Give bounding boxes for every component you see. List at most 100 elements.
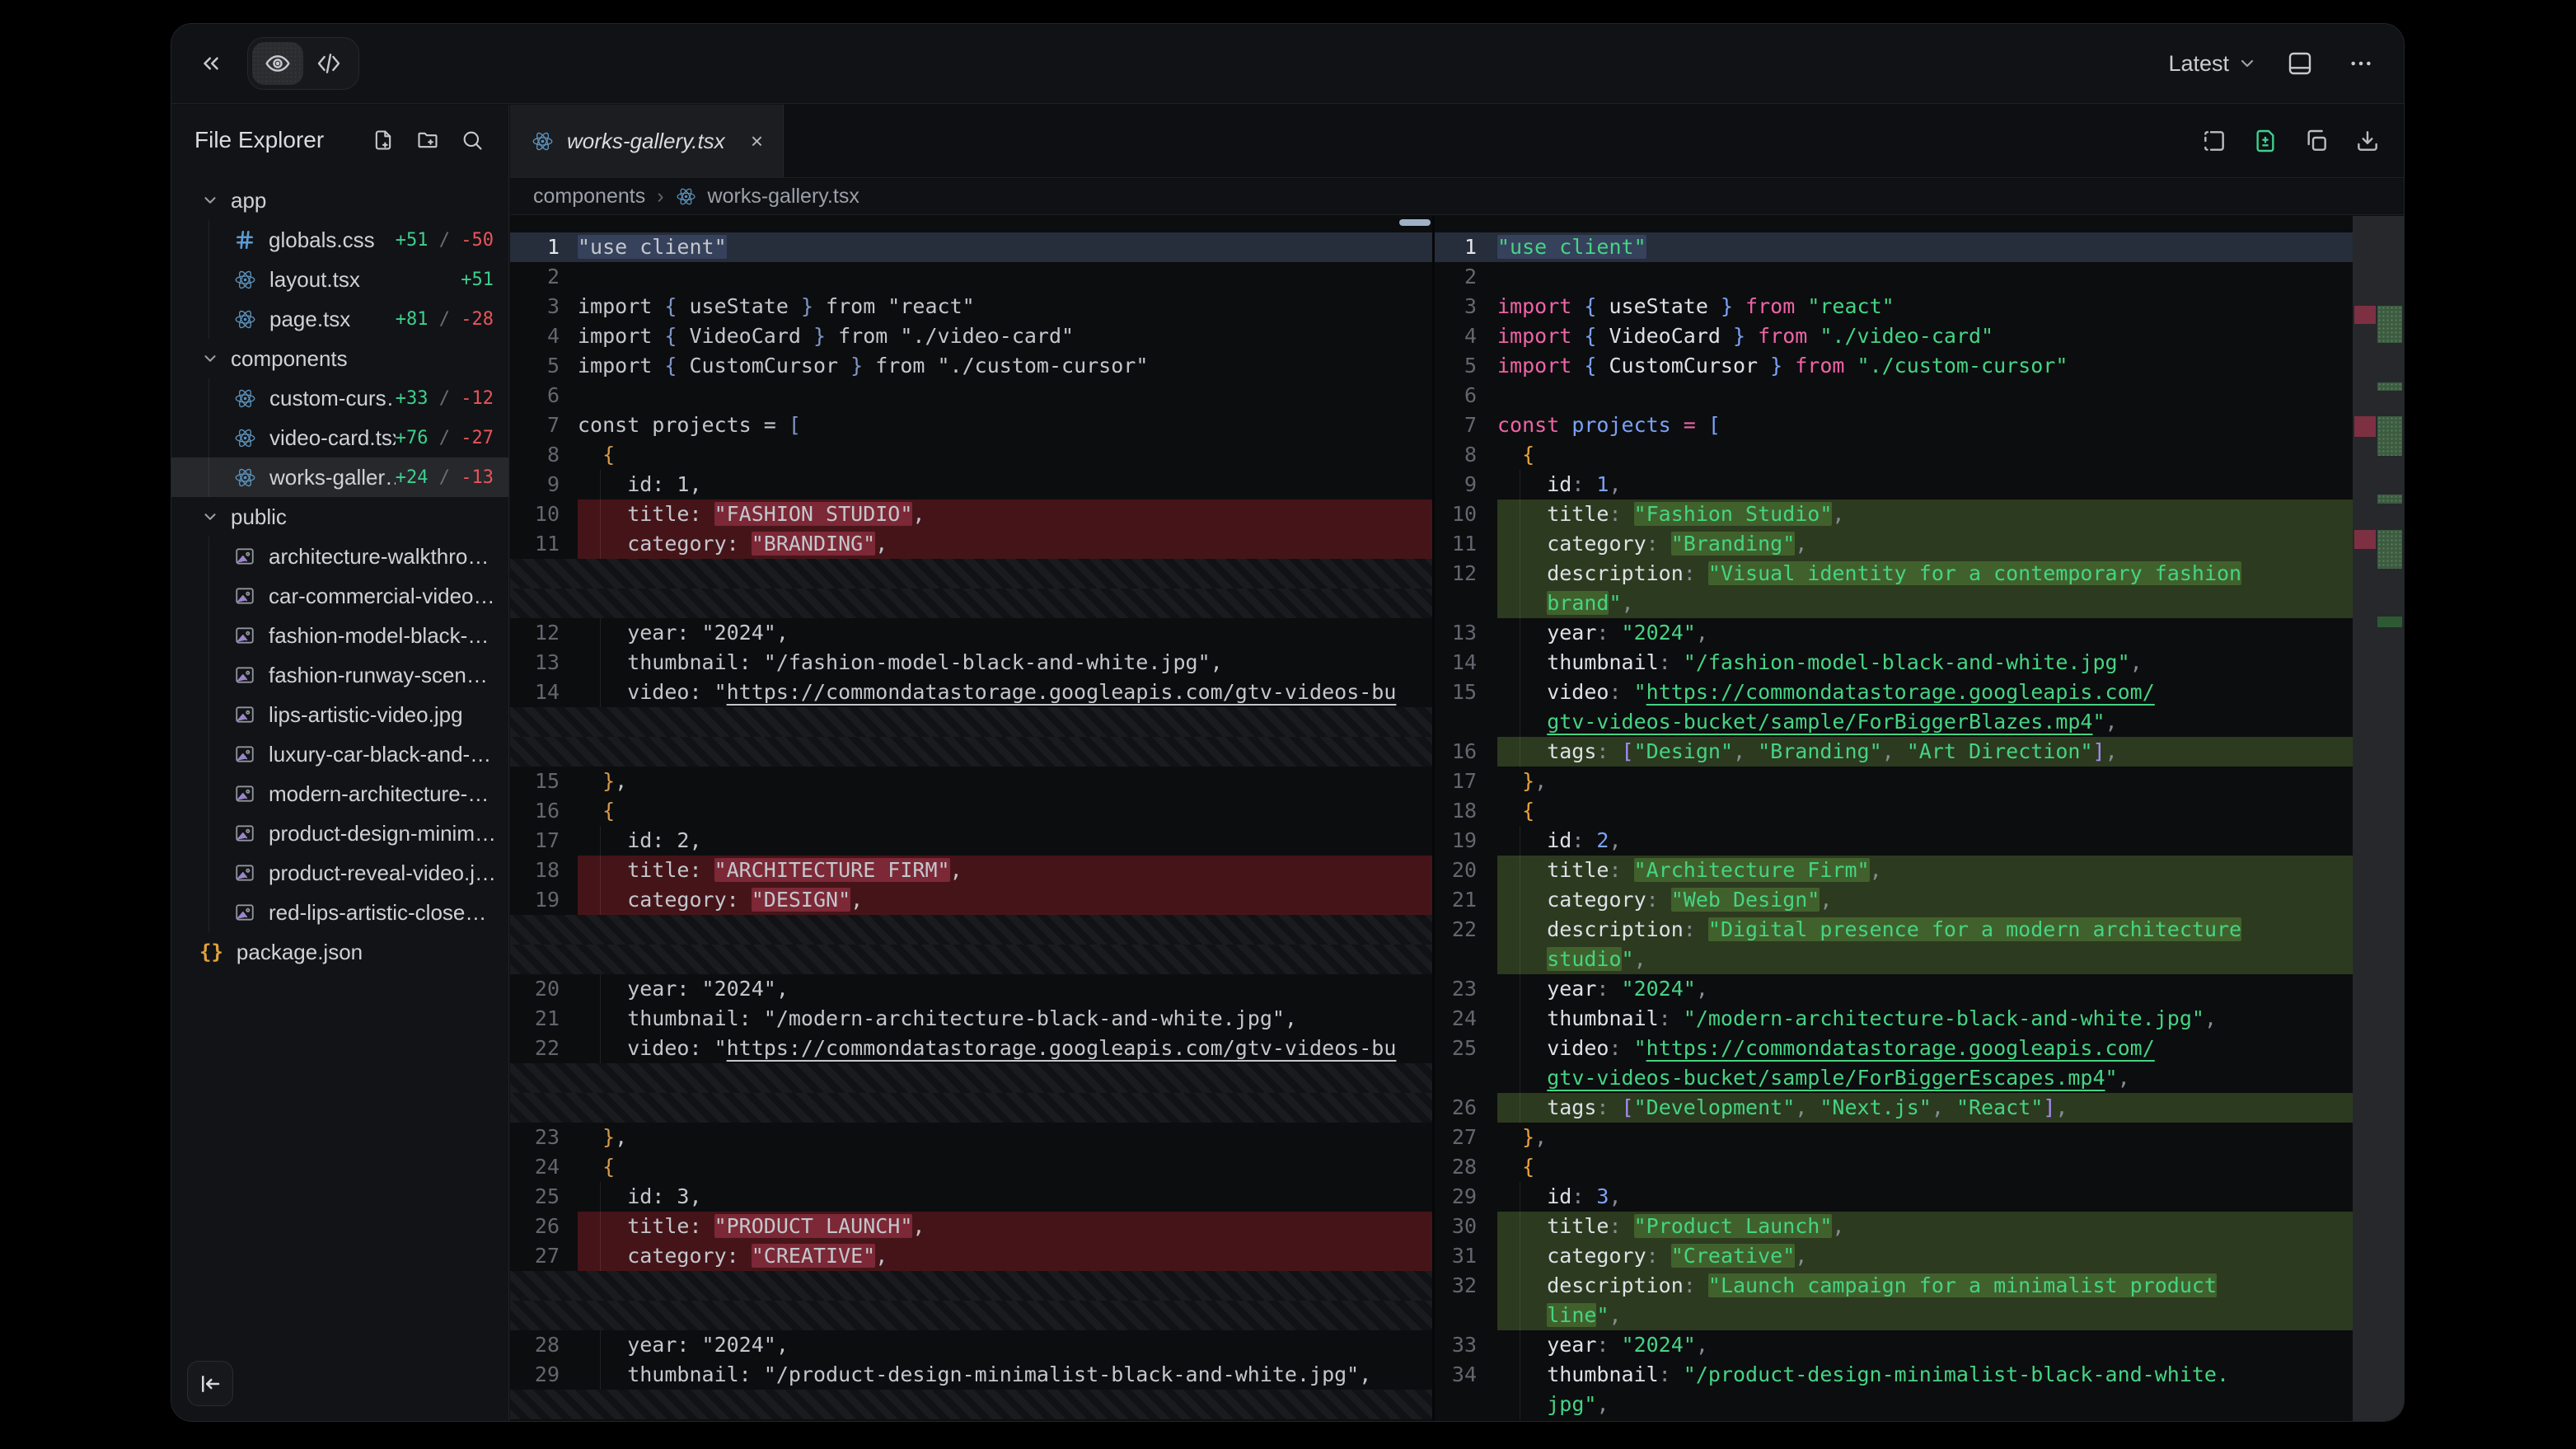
line-number bbox=[1435, 945, 1497, 974]
sidebar-folder-public[interactable]: public bbox=[171, 497, 508, 537]
ellipsis-icon bbox=[2348, 50, 2374, 77]
diff-stats-badge: +81 / -28 bbox=[396, 309, 508, 330]
line-number: 9 bbox=[1435, 470, 1497, 499]
diff-pane-original[interactable]: 1"use client"23import { useState } from … bbox=[510, 216, 1432, 1421]
version-label: Latest bbox=[2168, 51, 2229, 77]
code-row: 32 description: "Launch campaign for a m… bbox=[1435, 1271, 2405, 1301]
code-row: 22 video: "https://commondatastorage.goo… bbox=[510, 1034, 1432, 1063]
code-row: studio", bbox=[1435, 945, 2405, 974]
sidebar-file-architecture-walkthro-[interactable]: architecture-walkthro… bbox=[171, 537, 508, 576]
sidebar-file-package.json[interactable]: {}package.json bbox=[171, 932, 508, 972]
more-options-button[interactable] bbox=[2343, 45, 2379, 82]
diff-view: 1"use client"23import { useState } from … bbox=[510, 216, 2404, 1421]
file-label: works-galler… bbox=[269, 465, 396, 490]
sidebar-file-custom-curs-[interactable]: custom-curs…+33 / -12 bbox=[171, 378, 508, 418]
code-row: 24 { bbox=[510, 1152, 1432, 1182]
tab-strip: works-gallery.tsx × bbox=[510, 105, 2404, 178]
code-row: 12 description: "Visual identity for a c… bbox=[1435, 559, 2405, 589]
line-number: 20 bbox=[1435, 856, 1497, 885]
file-label: layout.tsx bbox=[269, 267, 360, 293]
line-number: 8 bbox=[1435, 440, 1497, 470]
sidebar-folder-components[interactable]: components bbox=[171, 339, 508, 378]
copy-code-button[interactable] bbox=[2303, 128, 2330, 154]
code-row: 26 title: "PRODUCT LAUNCH", bbox=[510, 1212, 1432, 1241]
code-row: 3import { useState } from "react" bbox=[1435, 292, 2405, 321]
sidebar-file-works-galler-[interactable]: works-galler…+24 / -13 bbox=[171, 457, 508, 497]
code-row: gtv-videos-bucket/sample/ForBiggerBlazes… bbox=[1435, 707, 2405, 737]
sidebar-file-page.tsx[interactable]: page.tsx+81 / -28 bbox=[171, 299, 508, 339]
new-folder-button[interactable] bbox=[416, 129, 439, 152]
sidebar-file-globals.css[interactable]: globals.css+51 / -50 bbox=[171, 220, 508, 260]
line-number bbox=[1435, 1301, 1497, 1330]
diff-pane-modified[interactable]: 1"use client"23import { useState } from … bbox=[1435, 216, 2405, 1421]
line-number: 5 bbox=[510, 351, 578, 381]
code-row: 11 category: "BRANDING", bbox=[510, 529, 1432, 559]
line-number: 15 bbox=[510, 767, 578, 796]
split-diff-view-button[interactable] bbox=[2201, 128, 2227, 154]
new-file-button[interactable] bbox=[372, 129, 395, 152]
line-number: 14 bbox=[1435, 648, 1497, 678]
collapse-sidebar-button[interactable] bbox=[187, 1361, 233, 1406]
line-number: 17 bbox=[1435, 767, 1497, 796]
collapse-panel-button[interactable] bbox=[193, 45, 229, 82]
code-row: line", bbox=[1435, 1301, 2405, 1330]
line-number: 10 bbox=[510, 499, 578, 529]
sidebar-file-car-commercial-video-[interactable]: car-commercial-video… bbox=[171, 576, 508, 616]
sidebar-file-product-reveal-video.j-[interactable]: product-reveal-video.j… bbox=[171, 853, 508, 893]
preview-toggle-button[interactable] bbox=[252, 42, 303, 85]
code-row: 20 year: "2024", bbox=[510, 974, 1432, 1004]
scrollbar-thumb[interactable] bbox=[1399, 219, 1431, 226]
code-row: 18 title: "ARCHITECTURE FIRM", bbox=[510, 856, 1432, 885]
breadcrumb-parent[interactable]: components bbox=[533, 185, 645, 209]
sidebar-file-fashion-model-black-[interactable]: fashion-model-black-… bbox=[171, 616, 508, 655]
code-toggle-button[interactable] bbox=[303, 42, 354, 85]
sidebar-folder-app[interactable]: app bbox=[171, 181, 508, 220]
diff-filler-row bbox=[510, 1271, 1432, 1301]
editor-area: works-gallery.tsx × components › bbox=[510, 105, 2404, 1421]
diff-overview-ruler[interactable] bbox=[2353, 216, 2404, 1421]
code-row: 27 category: "CREATIVE", bbox=[510, 1241, 1432, 1271]
collapse-left-icon bbox=[198, 1372, 222, 1396]
image-icon bbox=[234, 902, 255, 923]
react-icon bbox=[234, 308, 256, 331]
sidebar-file-layout.tsx[interactable]: layout.tsx+51 bbox=[171, 260, 508, 299]
tab-close-icon[interactable]: × bbox=[751, 129, 763, 154]
sidebar-file-lips-artistic-video.jpg[interactable]: lips-artistic-video.jpg bbox=[171, 695, 508, 734]
diff-stats-badge: +33 / -12 bbox=[396, 388, 508, 409]
line-number: 17 bbox=[510, 826, 578, 856]
line-number: 29 bbox=[510, 1360, 578, 1390]
file-label: video-card.tsx bbox=[269, 425, 396, 451]
line-number: 22 bbox=[510, 1034, 578, 1063]
file-label: package.json bbox=[237, 940, 363, 965]
code-row: 22 description: "Digital presence for a … bbox=[1435, 915, 2405, 945]
sidebar-file-luxury-car-black-and-[interactable]: luxury-car-black-and-… bbox=[171, 734, 508, 774]
line-number: 32 bbox=[1435, 1271, 1497, 1301]
code-row: 1"use client" bbox=[1435, 232, 2405, 262]
download-button[interactable] bbox=[2354, 128, 2381, 154]
sidebar-file-red-lips-artistic-close-[interactable]: red-lips-artistic-close… bbox=[171, 893, 508, 932]
code-row: 20 title: "Architecture Firm", bbox=[1435, 856, 2405, 885]
react-icon bbox=[234, 467, 256, 489]
line-number: 2 bbox=[1435, 262, 1497, 292]
search-files-button[interactable] bbox=[461, 129, 484, 152]
tab-label: works-gallery.tsx bbox=[567, 129, 725, 154]
image-icon bbox=[234, 704, 255, 725]
sidebar-file-modern-architecture-[interactable]: modern-architecture-… bbox=[171, 774, 508, 814]
version-dropdown[interactable]: Latest bbox=[2168, 51, 2257, 77]
ruler-addition-mark bbox=[2377, 530, 2402, 569]
code-row: 18 { bbox=[1435, 796, 2405, 826]
code-row: 12 year: "2024", bbox=[510, 618, 1432, 648]
diff-filler-row bbox=[510, 1093, 1432, 1123]
tab-works-gallery[interactable]: works-gallery.tsx × bbox=[510, 105, 784, 177]
toggle-console-button[interactable] bbox=[2282, 45, 2318, 82]
diff-stats-badge: +24 / -13 bbox=[396, 467, 508, 488]
file-diff-icon[interactable] bbox=[2252, 128, 2279, 154]
diff-stats-badge: +76 / -27 bbox=[396, 428, 508, 448]
react-icon bbox=[234, 387, 256, 410]
line-number: 6 bbox=[510, 381, 578, 410]
sidebar-file-product-design-minim-[interactable]: product-design-minim… bbox=[171, 814, 508, 853]
sidebar-file-fashion-runway-scen-[interactable]: fashion-runway-scen… bbox=[171, 655, 508, 695]
sidebar-file-video-card.tsx[interactable]: video-card.tsx+76 / -27 bbox=[171, 418, 508, 457]
line-number: 27 bbox=[510, 1241, 578, 1271]
code-row: 9 id: 1, bbox=[1435, 470, 2405, 499]
